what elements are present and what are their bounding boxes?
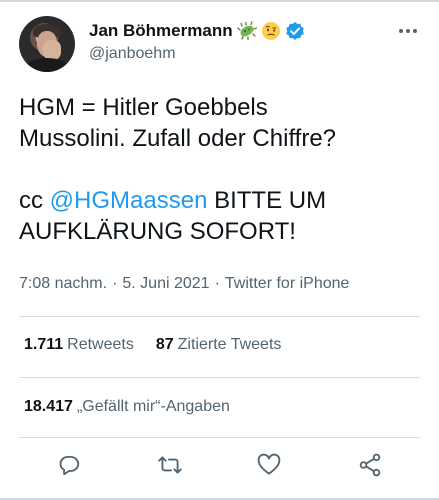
author-handle[interactable]: @janboehm xyxy=(89,45,176,63)
retweet-icon[interactable] xyxy=(157,452,183,478)
tweet-text-line-2: Mussolini. Zufall oder Chiffre? xyxy=(19,125,337,152)
quotes-count: 87 xyxy=(155,336,174,353)
author-name-row: Jan Böhmermann xyxy=(89,20,305,42)
top-border xyxy=(0,0,439,2)
divider xyxy=(19,377,420,378)
tweet-text-line-4: AUFKLÄRUNG SOFORT! xyxy=(19,218,296,245)
retweets-count: 1.711 xyxy=(24,336,64,353)
avatar[interactable] xyxy=(19,16,75,72)
tweet-card: Jan Böhmermann @janboehm HGM = Hitler Go… xyxy=(0,0,439,500)
tweet-meta: 7:08 nachm. · 5. Juni 2021 · Twitter for iPh… xyxy=(19,275,349,293)
more-options-icon[interactable] xyxy=(396,22,420,40)
retweets-label: Retweets xyxy=(67,336,134,353)
stats-row: 1.711 Retweets 87 Zitierte Tweets xyxy=(24,336,281,354)
divider xyxy=(19,437,420,438)
microbe-emoji-icon xyxy=(236,21,257,41)
tweet-date[interactable]: 5. Juni 2021 xyxy=(122,275,209,292)
divider xyxy=(19,316,420,317)
quotes-stat[interactable]: 87 Zitierte Tweets xyxy=(156,336,282,354)
quotes-label: Zitierte Tweets xyxy=(177,336,282,353)
face-with-raised-eyebrow-emoji-icon xyxy=(261,21,281,41)
share-icon[interactable] xyxy=(357,452,383,478)
cc-suffix: BITTE UM xyxy=(207,187,327,214)
tweet-text-line-1: HGM = Hitler Goebbels xyxy=(19,94,268,121)
mention-link[interactable]: @HGMaassen xyxy=(50,187,208,214)
verified-badge-icon xyxy=(285,21,305,41)
tweet-time[interactable]: 7:08 nachm. xyxy=(19,275,107,292)
tweet-source[interactable]: Twitter for iPhone xyxy=(225,275,350,292)
reply-icon[interactable] xyxy=(56,452,82,478)
author-display-name[interactable]: Jan Böhmermann xyxy=(89,21,233,41)
like-icon[interactable] xyxy=(256,452,282,478)
action-bar xyxy=(0,452,439,482)
tweet-cc-line: cc @HGMaassen BITTE UM xyxy=(19,185,423,216)
meta-separator-1: · xyxy=(112,275,118,292)
cc-prefix: cc xyxy=(19,187,50,214)
retweets-stat[interactable]: 1.711 Retweets xyxy=(24,336,134,354)
likes-label: „Gefällt mir“-Angaben xyxy=(76,398,230,415)
likes-count: 18.417 xyxy=(24,398,73,415)
likes-stat[interactable]: 18.417 „Gefällt mir“-Angaben xyxy=(24,398,230,416)
meta-separator-2: · xyxy=(214,275,220,292)
tweet-text: HGM = Hitler Goebbels Mussolini. Zufall … xyxy=(19,92,423,247)
